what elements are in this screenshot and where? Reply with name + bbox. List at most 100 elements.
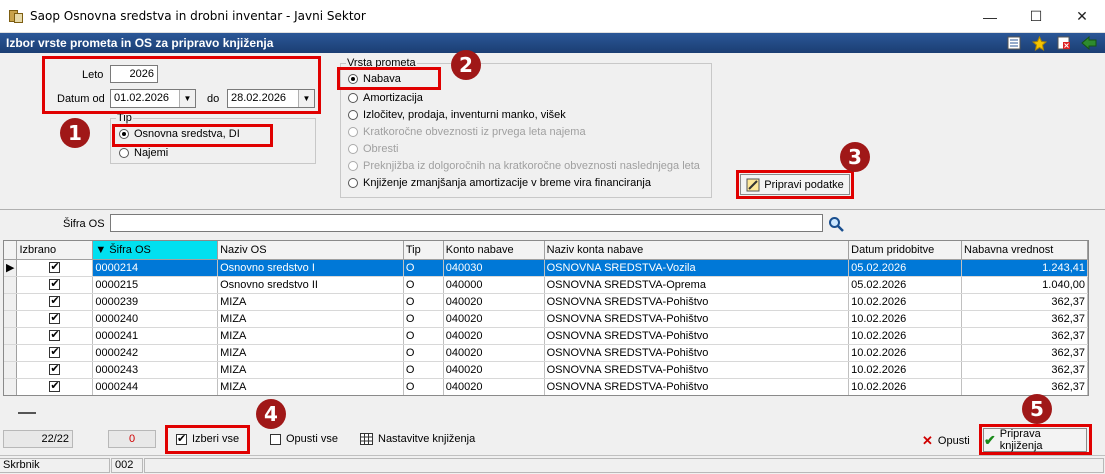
cell-datum: 10.02.2026 (848, 344, 963, 362)
radio-disabled (348, 127, 358, 137)
table-row[interactable]: 0000242 MIZA O 040020 OSNOVNA SREDSTVA-P… (4, 344, 1088, 362)
opusti-vse-button[interactable]: Opusti vse (270, 433, 338, 445)
cell-konto: 040020 (443, 293, 545, 311)
cell-vrednost: 362,37 (961, 361, 1088, 379)
radio[interactable] (348, 110, 358, 120)
vrsta-option-amortizacija[interactable]: Amortizacija (348, 92, 423, 104)
cell-sifra: 0000214 (92, 259, 219, 277)
radio[interactable] (348, 93, 358, 103)
row-checkbox[interactable] (49, 311, 61, 325)
tip-option-najemi[interactable]: Najemi (119, 147, 168, 159)
row-checkbox-cell[interactable] (16, 361, 94, 379)
os-table-body: Izbrano ▼ Šifra OS Naziv OS Tip Konto na… (4, 241, 1088, 395)
parameters-panel: Leto Datum od 01.02.2026 ▼ do 28.02.2026… (0, 50, 1105, 209)
row-checkbox-cell[interactable] (16, 259, 94, 277)
cell-naziv-konta: OSNOVNA SREDSTVA-Pohištvo (544, 344, 850, 362)
row-checkbox-cell[interactable] (16, 344, 94, 362)
cell-naziv: MIZA (217, 310, 404, 328)
radio[interactable] (348, 178, 358, 188)
cell-tip: O (403, 344, 444, 362)
exit-icon[interactable] (1081, 35, 1097, 51)
sifra-os-input[interactable] (110, 214, 823, 232)
nastavitve-label: Nastavitve knjiženja (378, 433, 476, 445)
row-indicator (4, 327, 18, 345)
callout-1: 1 (60, 118, 90, 148)
table-row[interactable]: 0000241 MIZA O 040020 OSNOVNA SREDSTVA-P… (4, 327, 1088, 345)
table-row[interactable]: 0000240 MIZA O 040020 OSNOVNA SREDSTVA-P… (4, 310, 1088, 328)
sort-down-icon: ▼ (95, 243, 107, 256)
cell-datum: 05.02.2026 (848, 259, 963, 277)
cell-sifra: 0000243 (92, 361, 219, 379)
cell-naziv-konta: OSNOVNA SREDSTVA-Pohištvo (544, 327, 850, 345)
cell-vrednost: 362,37 (961, 378, 1088, 395)
close-doc-icon[interactable] (1056, 35, 1072, 51)
table-row[interactable]: 0000244 MIZA O 040020 OSNOVNA SREDSTVA-P… (4, 378, 1088, 395)
vrsta-option-obresti: Obresti (348, 143, 398, 155)
cell-naziv-konta: OSNOVNA SREDSTVA-Pohištvo (544, 378, 850, 395)
row-checkbox-cell[interactable] (16, 276, 94, 294)
opusti-label: Opusti (937, 435, 970, 447)
close-button[interactable]: ✕ (1059, 0, 1105, 33)
vrsta-option-label: Kratkoročne obveznosti iz prvega leta na… (363, 126, 586, 138)
nastavitve-knjizenja-button[interactable]: Nastavitve knjiženja (360, 433, 475, 445)
row-checkbox-cell[interactable] (16, 327, 94, 345)
cancel-x-icon: ✕ (922, 433, 933, 448)
col-header-naziv-konta[interactable]: Naziv konta nabave (544, 241, 850, 260)
vrsta-option-preknjizba: Preknjižba iz dolgoročnih na kratkoročne… (348, 160, 700, 172)
cell-konto: 040020 (443, 310, 545, 328)
minimize-button[interactable]: — (967, 0, 1013, 33)
col-header-izbrano[interactable]: Izbrano (16, 241, 94, 260)
cell-datum: 10.02.2026 (848, 378, 963, 395)
col-header-vrednost[interactable]: Nabavna vrednost (961, 241, 1088, 260)
vrsta-option-izlocitev[interactable]: Izločitev, prodaja, inventurni manko, vi… (348, 109, 566, 121)
row-indicator (4, 276, 18, 294)
table-header-row: Izbrano ▼ Šifra OS Naziv OS Tip Konto na… (4, 241, 1088, 260)
os-table: Izbrano ▼ Šifra OS Naziv OS Tip Konto na… (3, 240, 1089, 396)
star-icon[interactable] (1031, 35, 1047, 51)
cell-naziv-konta: OSNOVNA SREDSTVA-Pohištvo (544, 361, 850, 379)
row-checkbox[interactable] (49, 328, 61, 342)
cell-naziv: MIZA (217, 344, 404, 362)
cell-vrednost: 362,37 (961, 327, 1088, 345)
highlight-box-1b (112, 124, 273, 147)
col-header-tip[interactable]: Tip (403, 241, 444, 260)
row-checkbox-cell[interactable] (16, 378, 94, 395)
status-user: Skrbnik (0, 458, 110, 473)
search-icon[interactable] (828, 216, 844, 235)
row-checkbox[interactable] (49, 379, 61, 393)
row-checkbox[interactable] (49, 362, 61, 376)
window-titlebar: Saop Osnovna sredstva in drobni inventar… (0, 0, 1105, 33)
cell-vrednost: 1.040,00 (961, 276, 1088, 294)
table-row[interactable]: 0000239 MIZA O 040020 OSNOVNA SREDSTVA-P… (4, 293, 1088, 311)
cell-naziv: MIZA (217, 378, 404, 395)
notes-icon[interactable] (1006, 35, 1022, 51)
col-header-sifra-os[interactable]: ▼ Šifra OS (92, 241, 219, 260)
table-row[interactable]: 0000215 Osnovno sredstvo II O 040000 OSN… (4, 276, 1088, 294)
col-header-label: Šifra OS (109, 243, 151, 256)
opusti-button[interactable]: ✕ Opusti (922, 433, 970, 449)
cell-vrednost: 362,37 (961, 293, 1088, 311)
row-checkbox[interactable] (49, 277, 61, 291)
radio[interactable] (119, 148, 129, 158)
callout-3: 3 (840, 142, 870, 172)
vrsta-option-knjizenje-zmanjsanja[interactable]: Knjiženje zmanjšanja amortizacije v brem… (348, 177, 651, 189)
radio-disabled (348, 161, 358, 171)
resize-handle[interactable] (18, 412, 36, 414)
row-checkbox[interactable] (49, 294, 61, 308)
row-checkbox[interactable] (49, 260, 61, 274)
col-header-datum[interactable]: Datum pridobitve (848, 241, 963, 260)
form-header: Izbor vrste prometa in OS za pripravo kn… (0, 33, 1105, 53)
row-checkbox[interactable] (49, 345, 61, 359)
row-checkbox-cell[interactable] (16, 293, 94, 311)
table-row[interactable]: ▶ 0000214 Osnovno sredstvo I O 040030 OS… (4, 259, 1088, 277)
cell-vrednost: 362,37 (961, 310, 1088, 328)
cell-tip: O (403, 378, 444, 395)
cell-sifra: 0000241 (92, 327, 219, 345)
col-header-konto-nabave[interactable]: Konto nabave (443, 241, 545, 260)
col-header-naziv-os[interactable]: Naziv OS (217, 241, 404, 260)
table-row[interactable]: 0000243 MIZA O 040020 OSNOVNA SREDSTVA-P… (4, 361, 1088, 379)
cell-naziv: Osnovno sredstvo I (217, 259, 404, 277)
cell-naziv-konta: OSNOVNA SREDSTVA-Pohištvo (544, 310, 850, 328)
row-checkbox-cell[interactable] (16, 310, 94, 328)
maximize-button[interactable]: ☐ (1013, 0, 1059, 33)
